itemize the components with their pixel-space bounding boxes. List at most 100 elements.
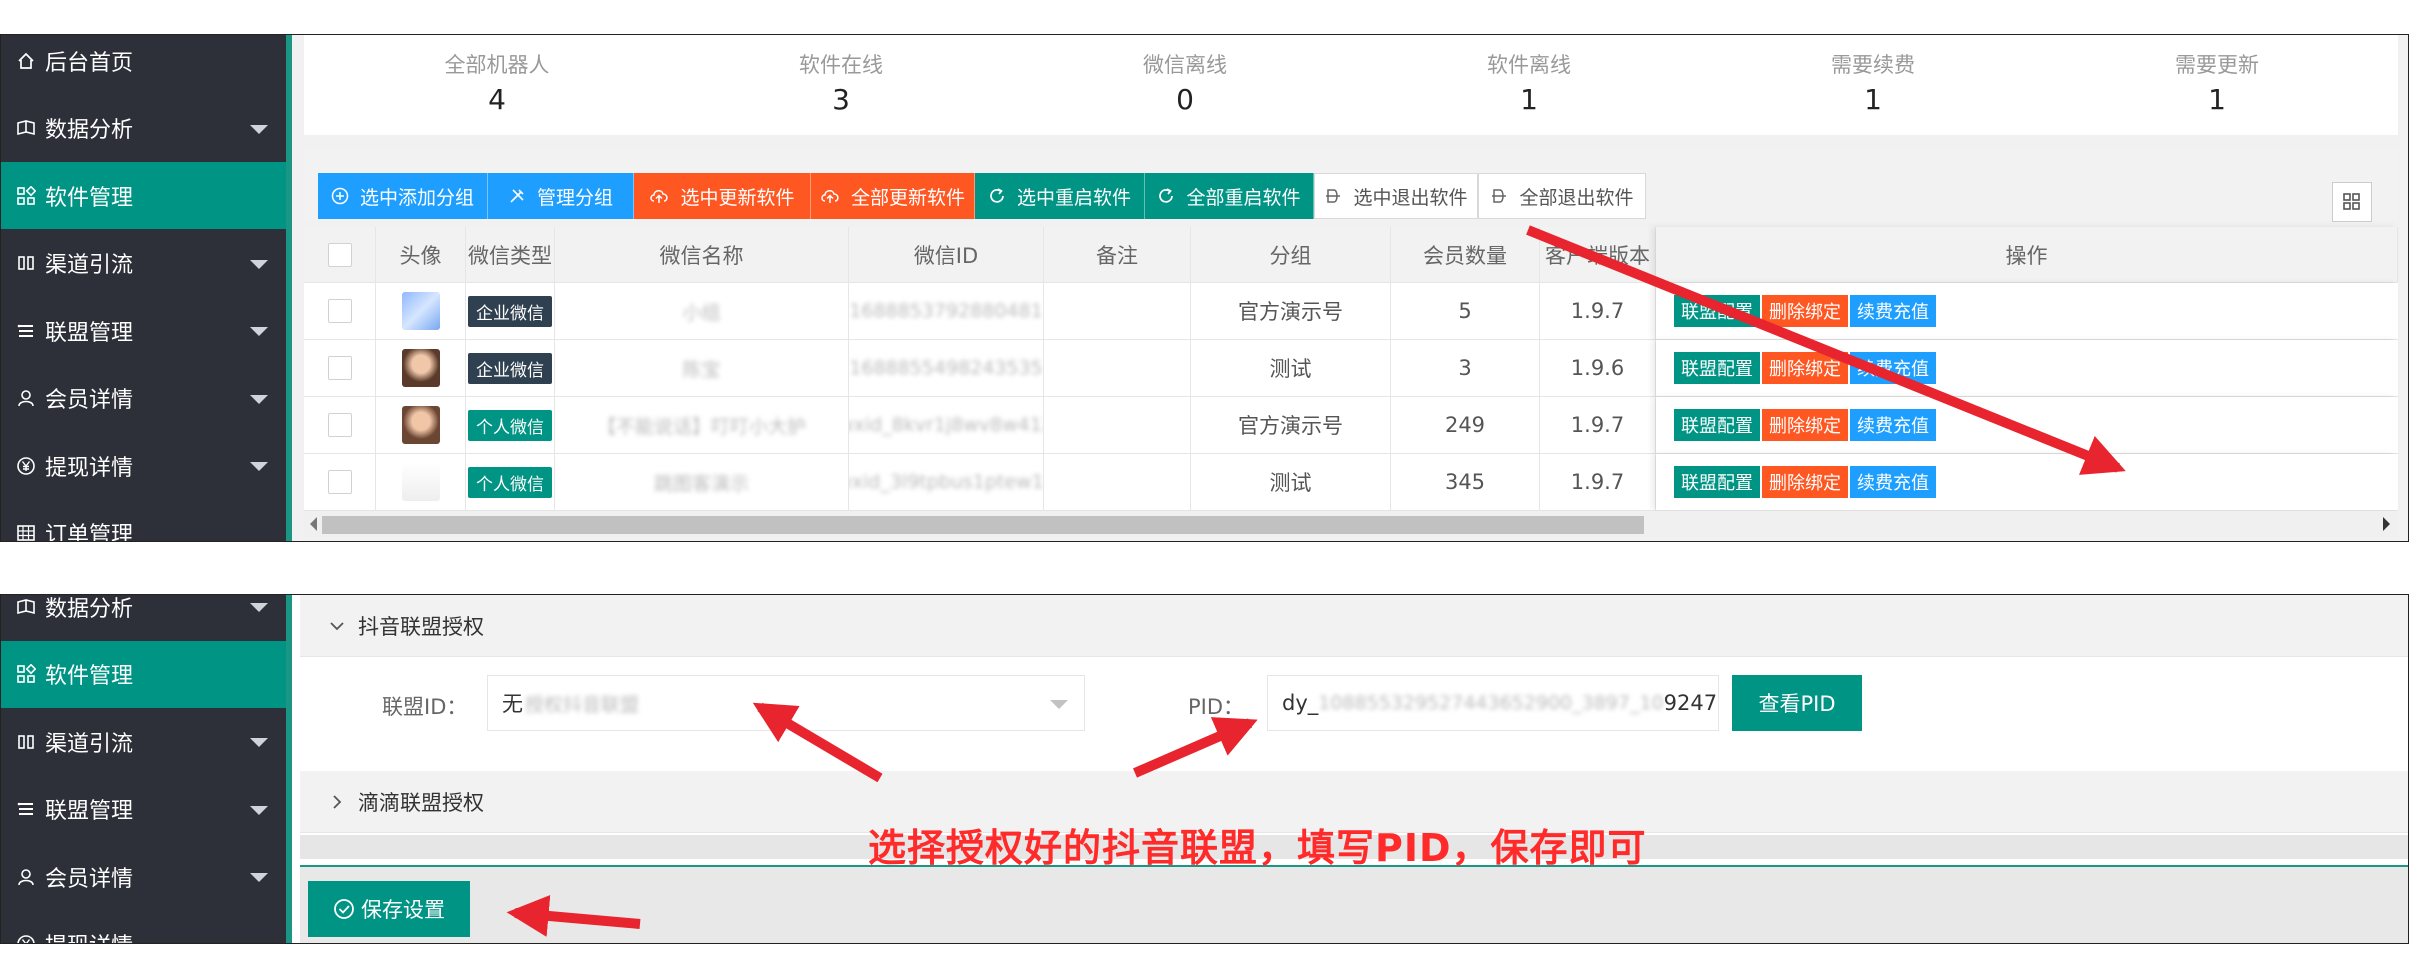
member-count-cell: 249 [1391,397,1540,453]
union-id-select[interactable]: 无 授权抖音联盟 [487,675,1085,731]
wechat-type-badge: 个人微信 [468,466,552,498]
row-checkbox[interactable] [327,413,352,437]
union-config-button[interactable]: 联盟配置 [1674,295,1760,327]
stat-label: 软件离线 [1487,53,1571,77]
stat-value: 1 [1864,83,1882,116]
chart-book-icon [15,117,37,139]
stat-value: 1 [1520,83,1538,116]
form-footer: 保存设置 [300,865,2408,943]
horizontal-scrollbar[interactable] [304,511,2398,537]
union-config-button[interactable]: 联盟配置 [1674,352,1760,384]
sidebar-item[interactable]: 渠道引流 [1,230,286,297]
sidebar-item-label: 数据分析 [45,596,134,622]
view-pid-button[interactable]: 查看PID [1732,675,1862,731]
home-icon [15,50,37,72]
avatar-cell [376,397,466,453]
client-version-cell: 1.9.6 [1540,340,1656,396]
delete-binding-button[interactable]: 删除绑定 [1762,295,1848,327]
wechat-id: 1688853792880481 [849,300,1043,322]
sidebar-item[interactable]: 软件管理 [1,640,286,708]
scroll-right-icon[interactable] [2383,517,2390,531]
toolbar-button[interactable]: 全部退出软件 [1478,173,1646,219]
sidebar-item[interactable]: 数据分析 [1,595,286,640]
toolbar-button[interactable]: 选中添加分组 [318,173,488,219]
table-row[interactable]: 企业微信 小组 1688853792880481 官方演示号 5 1.9.7 联盟配置 删除绑… [304,283,2398,340]
stat-label: 全部机器人 [444,53,550,77]
stat-label: 微信离线 [1143,53,1227,77]
column-header: 头像 [376,227,466,282]
toolbar-button[interactable]: 管理分组 [488,173,634,219]
sidebar-item[interactable]: 后台首页 [1,35,286,94]
scroll-left-icon[interactable] [310,517,317,531]
save-settings-button[interactable]: 保存设置 [308,881,470,937]
sidebar-item-label: 联盟管理 [45,320,134,346]
cloud-upload-icon [820,187,846,205]
operations-cell: 联盟配置 删除绑定 续费充值 [1656,454,2398,510]
group-cell: 测试 [1191,340,1391,396]
renew-recharge-button[interactable]: 续费充值 [1850,295,1936,327]
row-checkbox[interactable] [327,356,352,380]
scroll-thumb[interactable] [322,516,1644,534]
row-checkbox[interactable] [327,242,352,267]
stat-value: 3 [832,83,850,116]
refresh-icon [988,187,1012,205]
toolbar-button[interactable]: 选中更新软件 [634,173,811,219]
sidebar-item[interactable]: 会员详情 [1,365,286,432]
cloud-upload-icon [649,187,675,205]
sidebar-item-label: 软件管理 [45,664,134,689]
column-header: 备注 [1044,227,1191,282]
table-row[interactable]: 个人微信跳图客演示wxid_3l9tpbus1ptew12测试3451.9.7联… [304,454,2398,511]
sidebar-item-label: 提现详情 [45,455,134,481]
checkbox-cell [304,397,376,453]
wechat-type-cell: 企业微信 [466,283,555,339]
client-version-cell: 1.9.7 [1540,283,1656,339]
row-checkbox[interactable] [327,299,352,323]
union-id-value: 授权抖音联盟 [525,693,640,716]
sidebar-item[interactable]: 提现详情 [1,432,286,499]
delete-binding-button[interactable]: 删除绑定 [1762,409,1848,441]
toolbar-button-label: 选中退出软件 [1353,186,1468,209]
row-checkbox[interactable] [327,470,352,494]
apps-grid-icon [15,663,37,685]
sidebar-item[interactable]: 订单管理 [1,500,286,541]
renew-recharge-button[interactable]: 续费充值 [1850,466,1936,498]
toolbar-button[interactable]: 选中重启软件 [975,173,1145,219]
stat-item: 需要续费 1 [1723,49,2023,116]
toolbar-button[interactable]: 选中退出软件 [1314,173,1478,219]
sidebar-item-label: 会员详情 [45,388,134,413]
sidebar-item[interactable]: 联盟管理 [1,297,286,364]
wechat-id-cell: 1688853792880481 [849,283,1044,339]
column-header: 微信类型 [466,227,555,282]
sidebar-item[interactable]: 提现详情 [1,911,286,943]
column-toggle-button[interactable] [2332,182,2372,222]
douyin-section-title: 抖音联盟授权 [358,614,484,639]
user-icon [15,387,37,409]
union-config-button[interactable]: 联盟配置 [1674,409,1760,441]
avatar [401,349,440,387]
toolbar-button-label: 选中重启软件 [1016,186,1131,209]
delete-binding-button[interactable]: 删除绑定 [1762,466,1848,498]
toolbar-button[interactable]: 全部重启软件 [1145,173,1314,219]
sidebar-item[interactable]: 数据分析 [1,95,286,162]
sidebar-item[interactable]: 会员详情 [1,843,286,910]
stat-item: 微信离线 0 [1035,49,1335,116]
sidebar-item[interactable]: 渠道引流 [1,708,286,775]
wechat-type-badge: 企业微信 [468,352,552,384]
pid-input[interactable]: dy_ 108855329527443652900_3897_10 92479 [1267,675,1719,731]
table-row[interactable]: 企业微信 陈宝 1688855498243535 测试 3 1.9.6 联盟配置 删除绑定 续费… [304,340,2398,397]
douyin-section-header[interactable]: 抖音联盟授权 [300,595,2408,657]
union-config-button[interactable]: 联盟配置 [1674,466,1760,498]
operations-cell: 联盟配置 删除绑定 续费充值 [1656,397,2398,453]
wechat-id-cell: 1688855498243535 [849,340,1044,396]
renew-recharge-button[interactable]: 续费充值 [1850,352,1936,384]
sidebar-item[interactable]: 软件管理 [1,162,286,229]
renew-recharge-button[interactable]: 续费充值 [1850,409,1936,441]
action-toolbar: 选中添加分组 管理分组 选中更新软件 全部更新软件 选中重启软件 全部重启软件 选中退出软件… [304,149,2398,222]
table-row[interactable]: 个人微信 【不能说话】叮叮小大护 wxid_8kvr1j8wv8w412 官方演示号 2… [304,397,2398,454]
sidebar-item[interactable]: 联盟管理 [1,776,286,843]
delete-binding-button[interactable]: 删除绑定 [1762,352,1848,384]
note-cell [1044,283,1191,339]
sidebar: 后台首页 数据分析 软件管理 渠道引流联盟管理会员详情提现详情订单管理 [1,35,286,541]
toolbar-button[interactable]: 全部更新软件 [811,173,975,219]
wechat-id: wxid_8kvr1j8wv8w412 [849,414,1044,436]
